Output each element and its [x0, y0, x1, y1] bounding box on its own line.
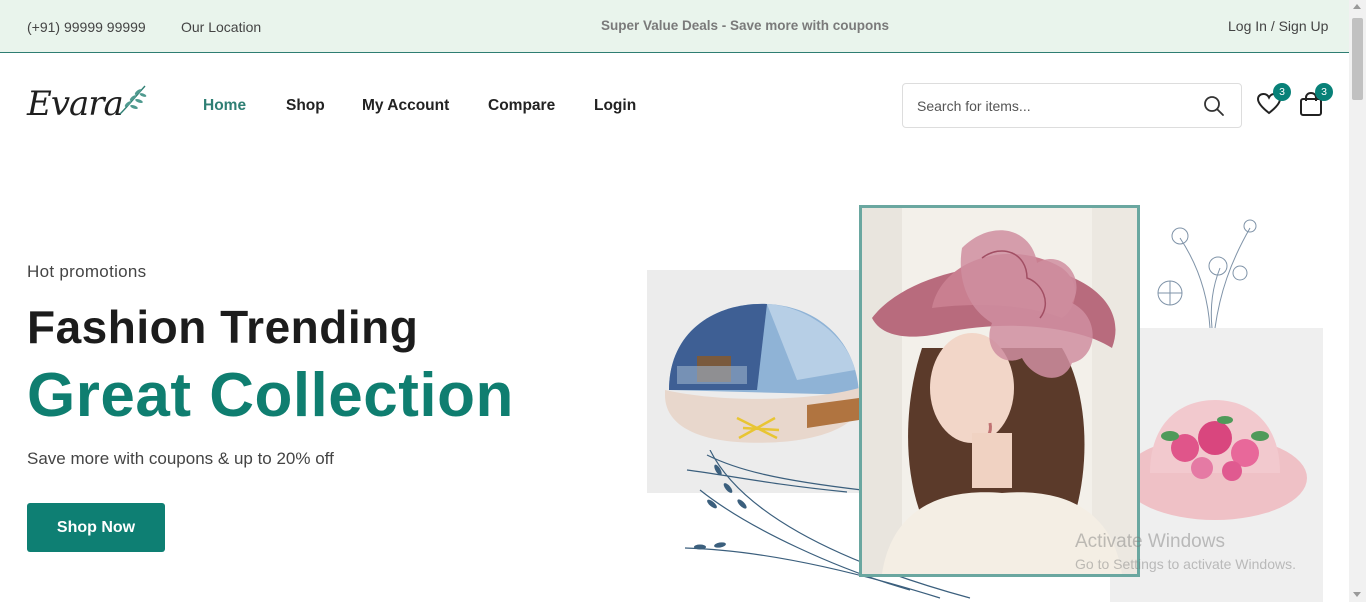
wishlist-button[interactable]: 3: [1256, 83, 1291, 122]
nav-shop[interactable]: Shop: [286, 97, 325, 115]
nav-my-account[interactable]: My Account: [362, 97, 449, 115]
leaf-icon: [119, 85, 147, 115]
wishlist-count-badge: 3: [1273, 83, 1291, 101]
nav-login[interactable]: Login: [594, 97, 636, 115]
hero-eyebrow: Hot promotions: [27, 262, 147, 281]
flower-sketch-decoration: [1157, 219, 1257, 329]
windows-activation-message: Go to Settings to activate Windows.: [1075, 556, 1296, 572]
top-bar: (+91) 99999 99999 Our Location Super Val…: [0, 0, 1349, 53]
cart-button[interactable]: 3: [1298, 83, 1333, 122]
cart-count-badge: 3: [1315, 83, 1333, 101]
search-icon[interactable]: [1203, 95, 1225, 117]
shop-now-button[interactable]: Shop Now: [27, 503, 165, 552]
login-signup-link[interactable]: Log In / Sign Up: [1228, 18, 1328, 34]
product-image-woman-pink-hat: [859, 205, 1140, 577]
scroll-down-arrow-icon[interactable]: [1353, 592, 1361, 597]
scroll-up-arrow-icon[interactable]: [1353, 4, 1361, 9]
promo-message: Super Value Deals - Save more with coupo…: [600, 18, 890, 33]
windows-activation-title: Activate Windows: [1075, 531, 1225, 552]
logo[interactable]: Evara: [27, 84, 124, 124]
nav-compare[interactable]: Compare: [488, 97, 555, 115]
nav-home[interactable]: Home: [203, 97, 246, 115]
hero-title: Fashion Trending: [27, 301, 419, 353]
hero-subtitle: Save more with coupons & up to 20% off: [27, 449, 334, 468]
search-box: [902, 83, 1242, 128]
scrollbar-thumb[interactable]: [1352, 18, 1363, 100]
search-input[interactable]: [917, 94, 1187, 118]
hero-highlight: Great Collection: [27, 361, 514, 430]
page-scrollbar[interactable]: [1349, 0, 1366, 602]
